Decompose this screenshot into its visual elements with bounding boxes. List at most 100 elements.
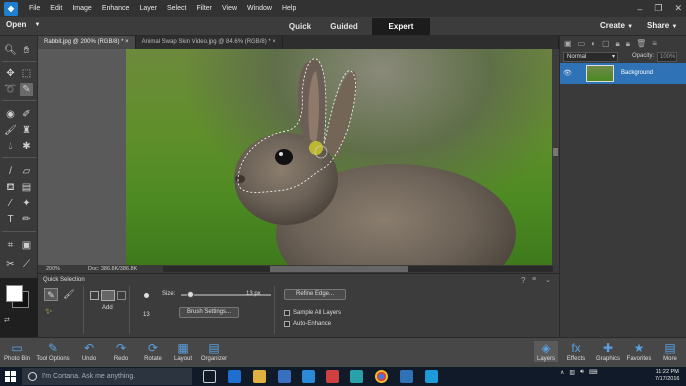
lock-icon[interactable]: 🔒︎ — [616, 39, 620, 49]
chevron-up-icon[interactable]: ∧ — [560, 369, 564, 376]
vertical-scroll-thumb[interactable] — [553, 148, 558, 156]
minimize-icon[interactable]: – — [637, 4, 642, 14]
photo-bin-button[interactable]: ▭ Photo Bin — [2, 341, 32, 362]
menu-edit[interactable]: Edit — [45, 5, 67, 12]
photos-icon[interactable] — [350, 370, 363, 383]
eraser-tool-icon[interactable]: ▱ — [20, 165, 33, 178]
eye-icon[interactable]: 👁︎ — [563, 69, 572, 77]
layers-button[interactable]: ◈ Layers — [534, 341, 558, 362]
chrome-icon[interactable] — [375, 370, 388, 383]
maximize-icon[interactable]: ❐ — [654, 3, 662, 14]
help-icon[interactable]: ? — [521, 276, 525, 285]
sample-all-layers-checkbox[interactable] — [284, 310, 290, 316]
add-to-selection-icon[interactable] — [101, 290, 115, 301]
clone-stamp-tool-icon[interactable]: ♜ — [20, 124, 33, 137]
brush-settings-button[interactable]: Brush Settings... — [179, 307, 239, 318]
rabbit-photo[interactable] — [126, 49, 552, 265]
zoom-level[interactable]: 200% — [46, 266, 60, 272]
pencil-tool-icon[interactable]: ✏︎ — [20, 213, 33, 226]
eye-tool-icon[interactable]: ◉ — [4, 108, 17, 121]
horizontal-scrollbar[interactable] — [163, 266, 553, 272]
gradient-tool-icon[interactable]: ▤ — [20, 181, 33, 194]
tab-guided[interactable]: Guided — [322, 18, 366, 35]
move-tool-icon[interactable]: ✥ — [4, 67, 17, 80]
close-icon[interactable]: × — [125, 39, 129, 45]
menu-file[interactable]: File — [24, 5, 45, 12]
app-icon-red[interactable] — [326, 370, 339, 383]
menu-icon[interactable]: ≡ — [532, 276, 536, 283]
lock-all-icon[interactable]: 🔒︎ — [626, 39, 630, 49]
menu-select[interactable]: Select — [162, 5, 191, 12]
menu-view[interactable]: View — [217, 5, 242, 12]
type-tool-icon[interactable]: T — [4, 213, 17, 226]
smart-brush-tool-icon[interactable]: 🖌︎ — [4, 124, 17, 137]
task-view-icon[interactable] — [203, 370, 216, 383]
size-slider-knob[interactable] — [187, 291, 194, 298]
foreground-color-swatch[interactable] — [6, 285, 23, 302]
horizontal-scroll-thumb[interactable] — [270, 266, 408, 272]
clock[interactable]: 11:22 PM 7/17/2016 — [655, 369, 679, 383]
content-aware-move-tool-icon[interactable]: ✂ — [4, 258, 17, 271]
marquee-tool-icon[interactable]: ⬚ — [20, 67, 33, 80]
subtract-selection-icon[interactable] — [117, 291, 126, 300]
menu-filter[interactable]: Filter — [191, 5, 217, 12]
tab-quick[interactable]: Quick — [278, 18, 322, 35]
menu-image[interactable]: Image — [67, 5, 96, 12]
lasso-tool-icon[interactable]: ➰ — [4, 83, 17, 96]
file-explorer-icon[interactable] — [253, 370, 266, 383]
layout-button[interactable]: ▦ Layout — [170, 341, 196, 362]
canvas-area[interactable] — [38, 49, 552, 265]
vertical-scrollbar[interactable] — [552, 49, 559, 265]
dropbox-icon[interactable] — [302, 370, 315, 383]
edge-icon[interactable] — [228, 370, 241, 383]
blend-mode-select[interactable]: Normal ▾ — [563, 52, 618, 62]
effects-button[interactable]: fx Effects — [564, 341, 588, 362]
create-button[interactable]: Create ▼ — [600, 21, 633, 30]
close-icon[interactable]: ✕ — [674, 3, 682, 14]
more-button[interactable]: ▤ More — [658, 341, 682, 362]
open-button[interactable]: Open ▼ — [6, 20, 40, 29]
undo-button[interactable]: ↶ Undo — [76, 341, 102, 362]
share-button[interactable]: Share ▼ — [647, 21, 677, 30]
rotate-button[interactable]: ⟳ Rotate — [140, 341, 166, 362]
graphics-button[interactable]: ✚ Graphics — [594, 341, 622, 362]
swap-colors-icon[interactable]: ⇄ — [4, 316, 10, 324]
eyedropper-tool-icon[interactable]: ⁄ — [4, 197, 17, 210]
favorites-button[interactable]: ★ Favorites — [625, 341, 653, 362]
refine-edge-button[interactable]: Refine Edge... — [284, 289, 346, 300]
brush-tool-icon[interactable]: / — [4, 165, 17, 178]
zoom-tool-icon[interactable]: 🔍︎ — [4, 44, 17, 57]
organizer-button[interactable]: ▤ Organizer — [199, 341, 229, 362]
crop-tool-icon[interactable]: ⌗ — [4, 239, 17, 252]
chevron-down-icon[interactable]: ⌄ — [545, 276, 551, 284]
auto-enhance-checkbox[interactable] — [284, 321, 290, 327]
volume-icon[interactable]: 🔊︎ — [580, 369, 584, 376]
spot-healing-tool-icon[interactable]: ✐ — [20, 108, 33, 121]
mask-icon[interactable]: ▢ — [602, 39, 610, 49]
menu-enhance[interactable]: Enhance — [97, 5, 135, 12]
tool-options-button[interactable]: ✎ Tool Options — [34, 341, 72, 362]
blur-tool-icon[interactable]: 💧︎ — [4, 140, 17, 153]
quick-selection-mode-icon[interactable]: ✎ — [44, 288, 58, 301]
cortana-search-box[interactable]: I'm Cortana. Ask me anything. — [22, 368, 192, 385]
app-icon-blue[interactable] — [425, 370, 438, 383]
adjustment-layer-icon[interactable]: ◐ — [591, 39, 596, 49]
custom-shape-tool-icon[interactable]: ✦ — [20, 197, 33, 210]
straighten-tool-icon[interactable]: ⟋ — [20, 258, 33, 271]
doc-tab-animal-swap[interactable]: Animal Swap Skin Video.jpg @ 84.6% (RGB/… — [135, 36, 283, 49]
selection-brush-mode-icon[interactable]: 🖌︎ — [62, 288, 76, 301]
recompose-tool-icon[interactable]: ▣ — [20, 239, 33, 252]
elements-icon[interactable] — [400, 370, 413, 383]
new-selection-icon[interactable] — [90, 291, 99, 300]
group-icon[interactable]: ▭ — [578, 39, 586, 49]
hand-tool-icon[interactable]: ✋︎ — [20, 44, 33, 57]
menu-help[interactable]: Help — [277, 5, 301, 12]
close-icon[interactable]: × — [272, 39, 276, 45]
quick-selection-tool-icon[interactable]: ✎ — [20, 83, 33, 96]
redo-button[interactable]: ↷ Redo — [108, 341, 134, 362]
windows-start-icon[interactable] — [5, 371, 16, 382]
panel-menu-icon[interactable]: ≡ — [652, 39, 657, 49]
magic-wand-mode-icon[interactable]: ✨︎ — [45, 306, 52, 317]
paint-bucket-tool-icon[interactable]: ⛾ — [4, 181, 17, 194]
layer-row-background[interactable]: 👁︎ Background — [560, 63, 686, 84]
